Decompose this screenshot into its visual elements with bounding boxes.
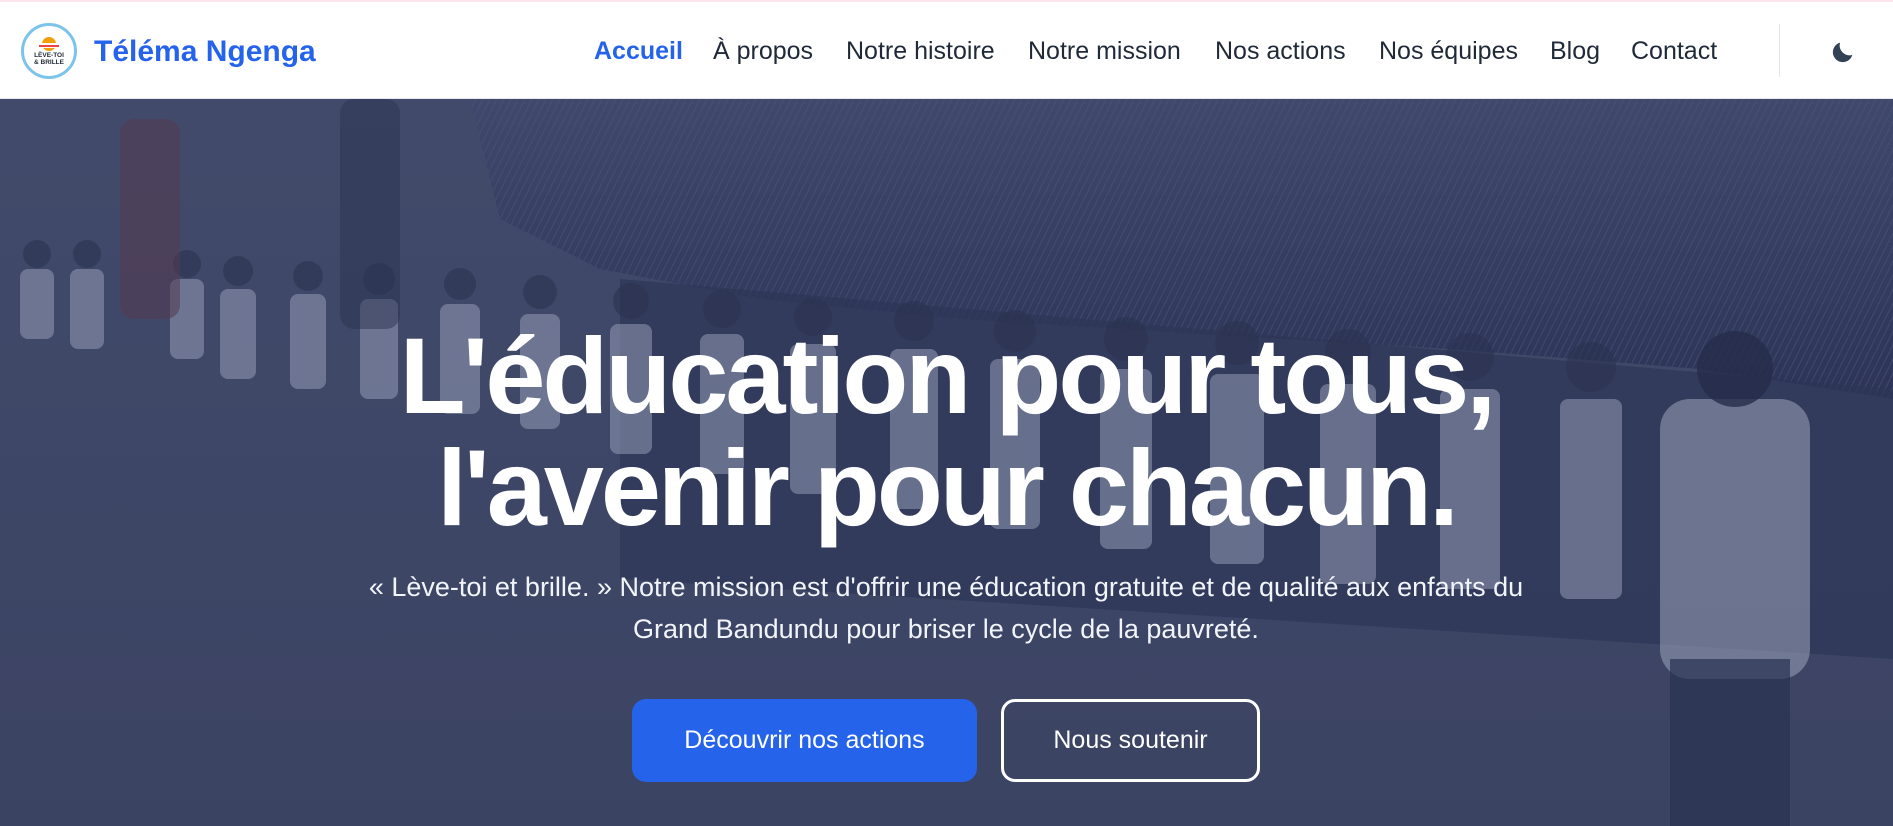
support-us-button[interactable]: Nous soutenir: [1001, 699, 1260, 782]
hero-section: L'éducation pour tous, l'avenir pour cha…: [0, 99, 1893, 826]
nav-item-notre-mission[interactable]: Notre mission: [1028, 37, 1181, 66]
nav-item-a-propos[interactable]: À propos: [713, 37, 813, 66]
nav-item-nos-equipes[interactable]: Nos équipes: [1379, 37, 1518, 66]
moon-icon: [1832, 42, 1853, 63]
nav-item-accueil[interactable]: Accueil: [594, 37, 683, 66]
theme-toggle-button[interactable]: [1825, 36, 1861, 68]
site-header: LÈVE-TOI & BRILLE Téléma Ngenga Accueil …: [0, 2, 1893, 99]
nav-item-notre-histoire[interactable]: Notre histoire: [846, 37, 995, 66]
hero-title-line-2: l'avenir pour chacun.: [437, 427, 1459, 548]
hero-title-line-1: L'éducation pour tous,: [399, 315, 1497, 436]
nav-item-contact[interactable]: Contact: [1631, 37, 1717, 66]
nav-item-nos-actions[interactable]: Nos actions: [1215, 37, 1346, 66]
nav-item-blog[interactable]: Blog: [1550, 37, 1600, 66]
hero-description: « Lève-toi et brille. » Notre mission es…: [368, 572, 1524, 644]
hero-title: L'éducation pour tous, l'avenir pour cha…: [0, 320, 1893, 544]
discover-actions-button[interactable]: Découvrir nos actions: [632, 699, 977, 782]
header-divider: [1779, 24, 1780, 77]
main-nav: Accueil À propos Notre histoire Notre mi…: [0, 37, 1893, 69]
